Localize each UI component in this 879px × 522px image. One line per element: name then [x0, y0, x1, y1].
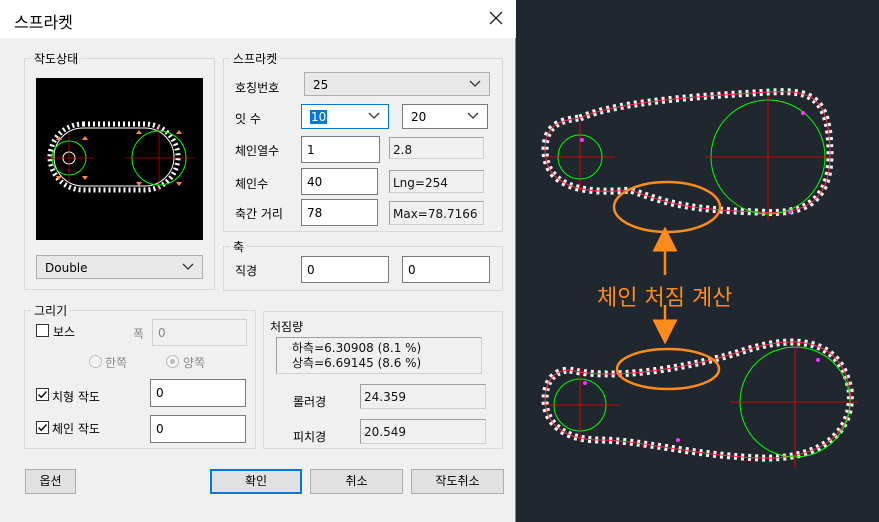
- tooth-draw-input[interactable]: 0: [150, 379, 246, 407]
- drawing-style-value: Double: [45, 261, 88, 275]
- tooth-draw-label: 치형 작도: [52, 390, 100, 404]
- shaft-diameter-label: 직경: [235, 264, 258, 278]
- checkmark-icon: [37, 423, 48, 432]
- teeth-label: 잇 수: [235, 112, 261, 126]
- shaft-group-title: 축: [230, 238, 248, 255]
- ok-button[interactable]: 확인: [210, 469, 302, 494]
- tooth-draw-checkbox[interactable]: [36, 388, 49, 401]
- sag-lower-value: 하측=6.30908 (8.1 %): [292, 341, 422, 355]
- width-input[interactable]: 0: [152, 319, 247, 346]
- bottom-chain-assembly: [541, 338, 858, 468]
- chain-length-readout: Lng=254: [389, 170, 484, 193]
- sprocket-dialog: 스프라켓 작도상태 Double 스프라켓 호칭번호 25 잇 수 10 20 …: [0, 0, 516, 522]
- chain-rows-input[interactable]: 1: [301, 136, 380, 163]
- chain-links-label: 체인수: [235, 177, 269, 191]
- chevron-down-icon: [368, 112, 380, 119]
- sprocket-group-title: 스프라켓: [230, 50, 281, 67]
- both-side-radio[interactable]: [166, 355, 179, 368]
- boss-label: 보스: [53, 325, 76, 339]
- boss-checkbox[interactable]: [36, 324, 49, 337]
- cancel-draw-button[interactable]: 작도취소: [411, 469, 504, 494]
- top-chain-assembly: [541, 88, 834, 220]
- drawing-state-title: 작도상태: [31, 50, 82, 67]
- sag-upper-value: 상측=6.69145 (8.6 %): [292, 356, 422, 370]
- pitch-diameter-label: 피치경: [293, 430, 327, 444]
- sag-readout: 하측=6.30908 (8.1 %) 상측=6.69145 (8.6 %): [276, 337, 482, 374]
- cad-drawing-area: [541, 88, 858, 468]
- preview-sprocket-drawing: [44, 121, 194, 193]
- title-bar: 스프라켓: [0, 0, 516, 38]
- teeth-2-value: 20: [411, 110, 427, 124]
- top-sag-highlight-ellipse: [612, 180, 722, 234]
- chain-draw-input[interactable]: 0: [150, 415, 246, 443]
- chevron-down-icon: [182, 263, 194, 270]
- center-distance-max-readout: Max=78.7166: [389, 201, 484, 225]
- one-side-radio[interactable]: [89, 355, 102, 368]
- nominal-label: 호칭번호: [235, 81, 280, 95]
- chain-draw-label: 체인 작도: [52, 422, 100, 436]
- chain-rows-label: 체인열수: [235, 144, 280, 158]
- chain-rows-readout: 2.8: [389, 137, 484, 159]
- chain-links-input[interactable]: 40: [301, 168, 378, 195]
- drawing-style-select[interactable]: Double: [36, 255, 203, 279]
- one-side-label: 한쪽: [105, 356, 128, 370]
- close-icon[interactable]: [488, 10, 504, 26]
- nominal-select[interactable]: 25: [304, 72, 490, 96]
- shaft-diameter-2-input[interactable]: 0: [402, 256, 490, 283]
- chain-draw-checkbox[interactable]: [36, 421, 49, 434]
- center-distance-input[interactable]: 78: [301, 199, 378, 226]
- draw-group-title: 그리기: [31, 302, 71, 319]
- preview-canvas: [36, 78, 203, 240]
- both-side-label: 양쪽: [183, 356, 206, 370]
- cancel-button[interactable]: 취소: [310, 469, 403, 494]
- chevron-down-icon: [469, 80, 481, 87]
- pitch-diameter-readout: 20.549: [360, 419, 486, 444]
- dialog-title: 스프라켓: [14, 13, 73, 32]
- shaft-diameter-1-input[interactable]: 0: [301, 256, 389, 283]
- teeth-2-select[interactable]: 20: [402, 104, 488, 129]
- nominal-value: 25: [313, 78, 329, 92]
- roller-diameter-label: 롤러경: [293, 395, 327, 409]
- checkmark-icon: [37, 390, 48, 399]
- center-distance-label: 축간 거리: [235, 207, 283, 221]
- roller-diameter-readout: 24.359: [360, 384, 486, 409]
- chain-sag-annotation: 체인 처짐 계산: [597, 286, 733, 311]
- options-button[interactable]: 옵션: [25, 469, 76, 494]
- teeth-1-value: 10: [310, 110, 328, 124]
- sag-title: 처짐량: [270, 320, 304, 334]
- teeth-1-select[interactable]: 10: [301, 104, 389, 129]
- width-label: 폭: [133, 327, 145, 341]
- chevron-down-icon: [467, 112, 479, 119]
